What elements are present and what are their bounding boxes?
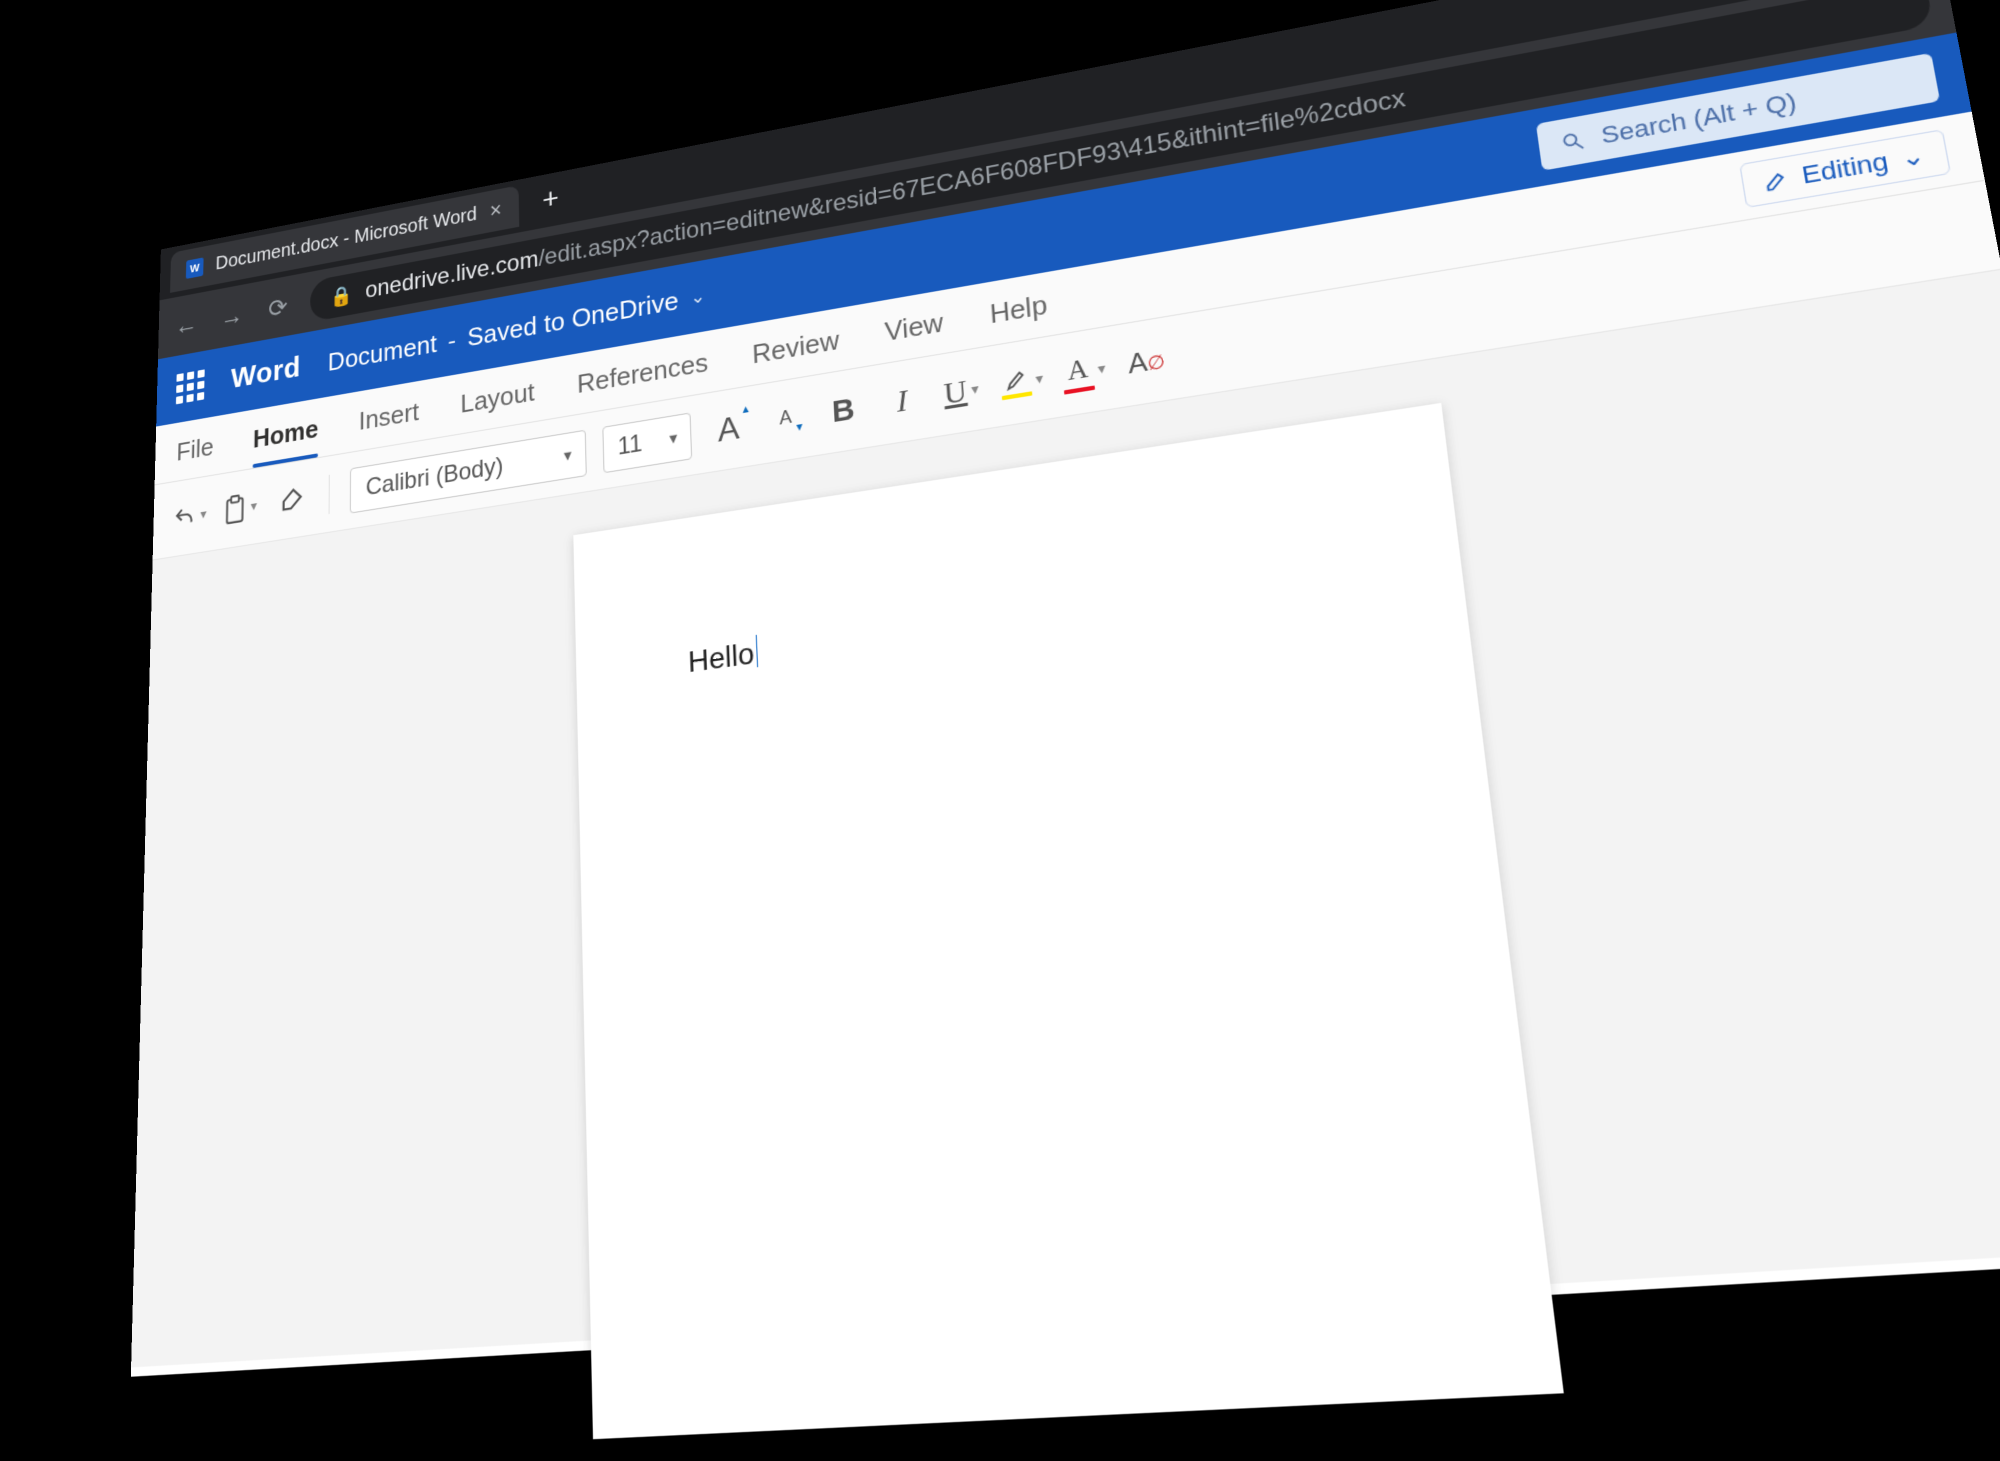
tab-file[interactable]: File — [176, 422, 214, 481]
forward-icon[interactable]: → — [218, 299, 247, 333]
italic-icon: I — [896, 382, 909, 419]
paste-button[interactable]: ▾ — [223, 483, 258, 533]
editing-mode-label: Editing — [1800, 146, 1891, 189]
font-color-icon: A — [1061, 351, 1095, 394]
app-launcher-icon[interactable] — [176, 369, 205, 404]
chevron-down-icon: ▾ — [971, 379, 980, 398]
tab-home[interactable]: Home — [252, 404, 318, 468]
underline-icon: U — [943, 372, 968, 411]
chevron-down-icon: ⌄ — [690, 285, 706, 308]
text-cursor — [756, 634, 758, 666]
chevron-down-icon: ▾ — [1035, 369, 1044, 388]
font-size-value: 11 — [604, 426, 657, 463]
grow-font-icon: A — [717, 408, 740, 449]
app-brand[interactable]: Word — [231, 351, 301, 396]
font-color-button[interactable]: A ▾ — [1061, 343, 1108, 398]
new-tab-button[interactable]: + — [531, 177, 569, 222]
document-page[interactable]: Hello — [573, 402, 1563, 1438]
document-body-text: Hello — [687, 636, 754, 678]
italic-button[interactable]: I — [881, 374, 924, 428]
title-separator: - — [448, 324, 456, 355]
chevron-down-icon: ⌄ — [1898, 140, 1927, 173]
paintbrush-icon — [278, 484, 304, 515]
pencil-icon — [1762, 166, 1791, 192]
shrink-font-icon: A — [779, 405, 793, 434]
chevron-down-icon: ▾ — [550, 442, 586, 468]
tab-help[interactable]: Help — [988, 278, 1050, 344]
back-icon[interactable]: ← — [172, 307, 201, 341]
highlight-icon — [1000, 365, 1032, 399]
font-family-value: Calibri (Body) — [351, 444, 551, 504]
underline-button[interactable]: U ▾ — [939, 364, 983, 419]
separator — [329, 474, 330, 513]
lock-icon: 🔒 — [330, 282, 353, 310]
svg-text:W: W — [190, 261, 200, 275]
tab-insert[interactable]: Insert — [359, 386, 420, 450]
shrink-font-button[interactable]: A — [765, 393, 806, 446]
bold-icon: B — [831, 391, 855, 430]
grow-font-button[interactable]: A — [708, 402, 748, 455]
search-placeholder: Search (Alt + Q) — [1599, 87, 1798, 150]
search-icon — [1559, 128, 1586, 154]
highlight-color-button[interactable]: ▾ — [999, 354, 1045, 409]
clear-formatting-button[interactable]: A∅ — [1123, 333, 1170, 389]
tab-view[interactable]: View — [883, 296, 945, 362]
chevron-down-icon: ▾ — [1097, 359, 1106, 378]
reload-icon[interactable]: ⟳ — [264, 290, 293, 324]
undo-icon — [173, 502, 197, 531]
word-favicon-icon: W — [186, 257, 204, 279]
screen: W Document.docx - Microsoft Word × + ← →… — [131, 0, 2000, 1376]
chevron-down-icon: ▾ — [250, 497, 257, 515]
format-painter-button[interactable] — [273, 474, 308, 525]
bold-button[interactable]: B — [822, 383, 864, 437]
clipboard-icon — [223, 492, 247, 525]
close-tab-icon[interactable]: × — [490, 198, 502, 221]
chevron-down-icon: ▾ — [200, 505, 207, 522]
font-size-select[interactable]: 11 ▾ — [602, 411, 692, 472]
clear-formatting-icon: A∅ — [1127, 342, 1167, 381]
undo-button[interactable]: ▾ — [173, 491, 208, 541]
document-name: Document — [328, 328, 437, 377]
chevron-down-icon: ▾ — [656, 425, 691, 451]
